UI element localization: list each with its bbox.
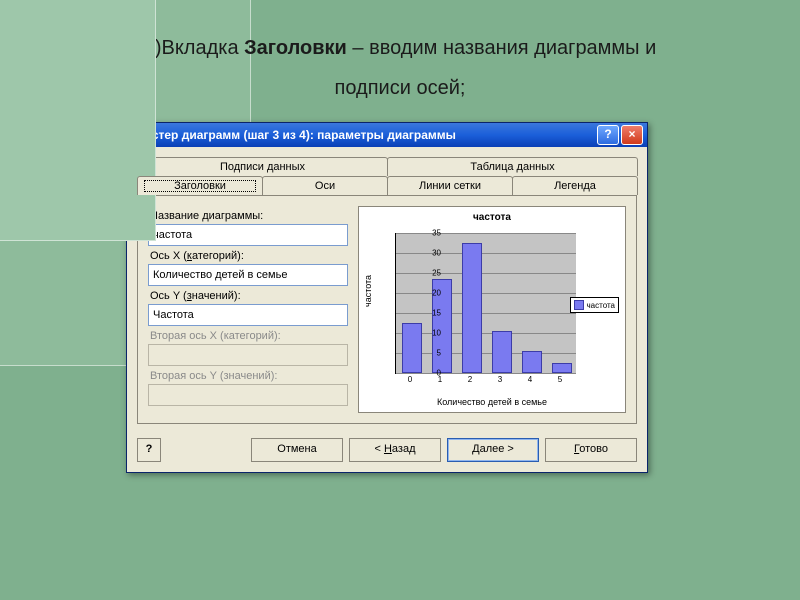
help-button[interactable]: ?: [137, 438, 161, 462]
xtick: 5: [551, 375, 569, 384]
caption-bold: Заголовки: [244, 37, 347, 59]
chart-preview: частота частота частота Количество детей…: [358, 206, 626, 413]
xtick: 2: [461, 375, 479, 384]
axis-y-label: Ось Y (значений):: [150, 290, 348, 302]
axis-x2-input: [148, 344, 348, 366]
ytick: 20: [413, 289, 441, 298]
xtick: 3: [491, 375, 509, 384]
caption-prefix: 6)Вкладка: [144, 37, 244, 59]
preview-legend: частота: [570, 297, 620, 313]
tab-titles[interactable]: Заголовки: [137, 176, 263, 195]
caption-suffix: – вводим названия диаграммы и: [347, 37, 656, 59]
cancel-button[interactable]: Отмена: [251, 438, 343, 462]
ytick: 25: [413, 269, 441, 278]
preview-chart-title: частота: [359, 212, 625, 223]
slide-caption: 6)Вкладка Заголовки – вводим названия ди…: [0, 28, 800, 108]
legend-swatch-icon: [574, 300, 584, 310]
tab-legend[interactable]: Легенда: [512, 176, 638, 195]
ytick: 5: [413, 349, 441, 358]
caption-line2: подписи осей;: [335, 77, 466, 99]
tab-gridlines[interactable]: Линии сетки: [387, 176, 513, 195]
xtick: 0: [401, 375, 419, 384]
tab-axes[interactable]: Оси: [262, 176, 388, 195]
tab-data-table[interactable]: Таблица данных: [387, 157, 638, 176]
back-button[interactable]: < Назад: [349, 438, 441, 462]
chart-title-input[interactable]: [148, 224, 348, 246]
bar: [492, 331, 512, 373]
axis-x-input[interactable]: [148, 264, 348, 286]
bar: [522, 351, 542, 373]
ytick: 35: [413, 229, 441, 238]
xtick: 4: [521, 375, 539, 384]
next-button[interactable]: Далее >: [447, 438, 539, 462]
dialog-title: Мастер диаграмм (шаг 3 из 4): параметры …: [135, 128, 456, 142]
ytick: 30: [413, 249, 441, 258]
axis-x2-label: Вторая ось X (категорий):: [150, 330, 348, 342]
axis-x-label: Ось X (категорий):: [150, 250, 348, 262]
titlebar[interactable]: Мастер диаграмм (шаг 3 из 4): параметры …: [127, 123, 647, 147]
ytick: 10: [413, 329, 441, 338]
tab-data-labels[interactable]: Подписи данных: [137, 157, 388, 176]
chart-wizard-dialog: Мастер диаграмм (шаг 3 из 4): параметры …: [126, 122, 648, 473]
ytick: 15: [413, 309, 441, 318]
preview-xlabel: Количество детей в семье: [359, 397, 625, 407]
titlebar-close-button[interactable]: ×: [621, 125, 643, 145]
chart-title-label: Название диаграммы:: [150, 210, 348, 222]
axis-y2-input: [148, 384, 348, 406]
xtick: 1: [431, 375, 449, 384]
axis-y2-label: Вторая ось Y (значений):: [150, 370, 348, 382]
finish-button[interactable]: Готово: [545, 438, 637, 462]
titlebar-help-button[interactable]: ?: [597, 125, 619, 145]
legend-label: частота: [587, 301, 616, 310]
bar: [462, 243, 482, 373]
preview-ylabel: частота: [363, 275, 373, 307]
axis-y-input[interactable]: [148, 304, 348, 326]
bar: [552, 363, 572, 373]
